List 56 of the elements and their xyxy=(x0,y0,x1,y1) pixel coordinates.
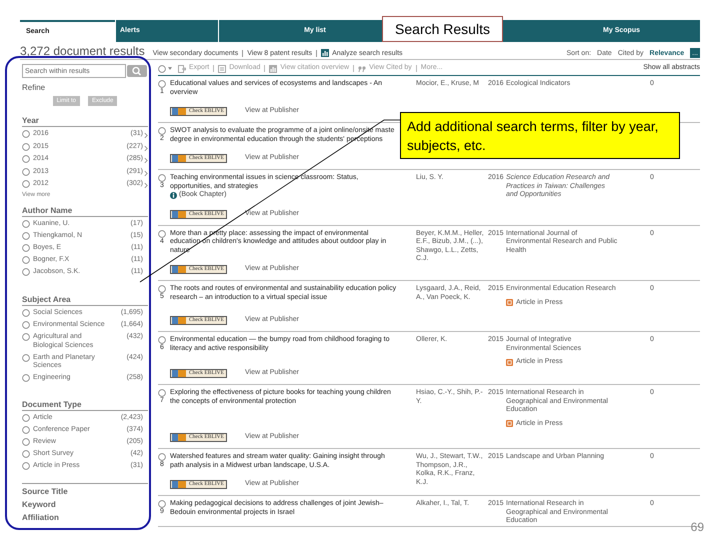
facet-heading[interactable]: Keyword xyxy=(22,498,148,510)
refine-label: Refine xyxy=(22,84,46,92)
checkbox[interactable] xyxy=(22,333,30,341)
slide-title: Search Results xyxy=(382,16,503,42)
quote-icon[interactable] xyxy=(358,64,366,72)
checkbox[interactable] xyxy=(22,142,30,150)
logo xyxy=(171,317,187,324)
facet-heading: Document Type xyxy=(22,400,148,410)
checkbox[interactable] xyxy=(158,230,166,238)
facet-heading[interactable]: Source Title xyxy=(22,484,148,498)
logo xyxy=(171,155,187,162)
checkbox[interactable] xyxy=(22,220,30,228)
checkbox[interactable] xyxy=(158,64,166,72)
checkbox[interactable] xyxy=(22,426,30,434)
checkbox[interactable] xyxy=(22,244,30,252)
facet-heading: Subject Area xyxy=(22,294,148,306)
logo xyxy=(171,108,187,115)
info-icon[interactable] xyxy=(170,192,177,199)
facet-heading[interactable]: Affiliation xyxy=(22,510,148,524)
checkbox[interactable] xyxy=(22,354,30,362)
checkbox[interactable] xyxy=(22,130,30,138)
checkbox[interactable] xyxy=(158,285,166,293)
checkbox[interactable] xyxy=(22,450,30,458)
checkbox[interactable] xyxy=(22,268,30,276)
checkbox[interactable] xyxy=(22,256,30,264)
facet-heading: Author Name xyxy=(22,206,148,216)
checkbox[interactable] xyxy=(22,309,30,317)
logo xyxy=(171,481,187,488)
checkbox[interactable] xyxy=(22,438,30,446)
results-count: 3,272 document results xyxy=(20,45,145,58)
checkbox[interactable] xyxy=(22,180,30,188)
checkbox[interactable] xyxy=(158,500,166,508)
checkbox[interactable] xyxy=(158,80,166,88)
caret-icon[interactable] xyxy=(168,67,172,70)
checkbox[interactable] xyxy=(158,336,166,344)
search-icon[interactable] xyxy=(127,65,147,77)
checkbox[interactable] xyxy=(22,321,30,329)
checkbox[interactable] xyxy=(22,462,30,470)
callout-note: Add additional search terms, filter by year, subjects, etc. xyxy=(400,112,680,159)
logo xyxy=(171,266,187,273)
checkbox[interactable] xyxy=(158,127,166,135)
checkbox[interactable] xyxy=(22,155,30,163)
checkbox[interactable] xyxy=(158,453,166,461)
checkbox[interactable] xyxy=(22,168,30,176)
chart-icon[interactable] xyxy=(321,49,330,57)
logo xyxy=(171,210,187,218)
export-icon[interactable] xyxy=(178,64,186,72)
checkbox[interactable] xyxy=(22,414,30,422)
facet-heading: Year xyxy=(22,116,148,126)
logo xyxy=(171,434,187,441)
logo xyxy=(171,370,187,377)
checkbox[interactable] xyxy=(22,374,30,382)
document-icon[interactable] xyxy=(218,64,226,72)
checkbox[interactable] xyxy=(158,389,166,397)
checkbox[interactable] xyxy=(158,174,166,182)
checkbox[interactable] xyxy=(22,232,30,240)
